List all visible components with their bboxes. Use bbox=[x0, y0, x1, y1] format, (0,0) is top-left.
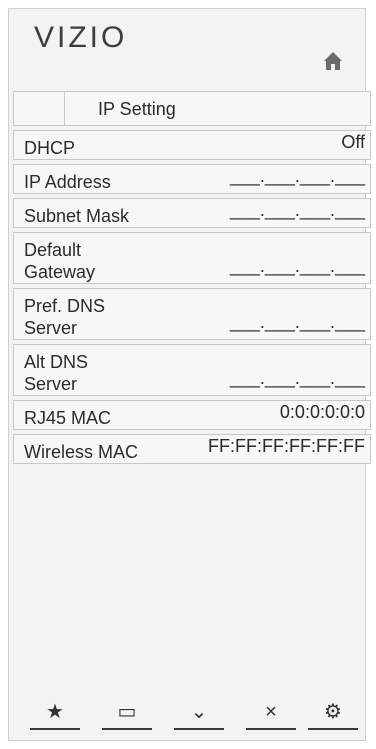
row-value: ___.___.___.___ bbox=[229, 200, 365, 220]
vizio-logo: VIZIO bbox=[34, 21, 128, 54]
row-subnet-mask[interactable]: Subnet Mask ___.___.___.___ bbox=[13, 198, 371, 228]
row-label: Pref. DNS Server bbox=[24, 296, 106, 338]
chevron-down-icon[interactable]: ⌄ bbox=[174, 700, 224, 730]
row-value: ___.___.___.___ bbox=[229, 368, 365, 388]
menu-title-bar: IP Setting bbox=[13, 91, 371, 126]
star-icon[interactable]: ★ bbox=[30, 700, 80, 730]
row-value: ___.___.___.___ bbox=[229, 166, 365, 186]
back-button[interactable] bbox=[14, 92, 65, 125]
row-label: Subnet Mask bbox=[24, 206, 130, 226]
bottom-tab-bar: ★ ▭ ⌄ × ⚙ bbox=[30, 700, 358, 730]
row-value: ___.___.___.___ bbox=[229, 312, 365, 332]
row-wireless-mac: Wireless MAC FF:FF:FF:FF:FF:FF bbox=[13, 434, 371, 464]
row-label: Wireless MAC bbox=[24, 442, 139, 462]
row-rj45-mac: RJ45 MAC 0:0:0:0:0:0 bbox=[13, 400, 371, 430]
row-label: Default Gateway bbox=[24, 240, 96, 282]
row-value: 0:0:0:0:0:0 bbox=[279, 402, 365, 422]
settings-list: IP Setting DHCP Off IP Address ___.___._… bbox=[13, 91, 371, 468]
row-pref-dns[interactable]: Pref. DNS Server ___.___.___.___ bbox=[13, 288, 371, 340]
row-ip-address[interactable]: IP Address ___.___.___.___ bbox=[13, 164, 371, 194]
input-icon[interactable]: ▭ bbox=[102, 700, 152, 730]
menu-title: IP Setting bbox=[98, 99, 176, 119]
row-label: IP Address bbox=[24, 172, 111, 192]
row-label: Alt DNS Server bbox=[24, 352, 89, 394]
row-value: ___.___.___.___ bbox=[229, 256, 365, 276]
row-default-gateway[interactable]: Default Gateway ___.___.___.___ bbox=[13, 232, 371, 284]
row-label: DHCP bbox=[24, 138, 76, 158]
home-icon[interactable] bbox=[322, 50, 344, 72]
close-icon[interactable]: × bbox=[246, 700, 296, 730]
gear-icon[interactable]: ⚙ bbox=[308, 700, 358, 730]
row-alt-dns[interactable]: Alt DNS Server ___.___.___.___ bbox=[13, 344, 371, 396]
row-value: FF:FF:FF:FF:FF:FF bbox=[208, 436, 365, 456]
row-value: Off bbox=[341, 132, 365, 152]
row-label: RJ45 MAC bbox=[24, 408, 112, 428]
row-dhcp[interactable]: DHCP Off bbox=[13, 130, 371, 160]
